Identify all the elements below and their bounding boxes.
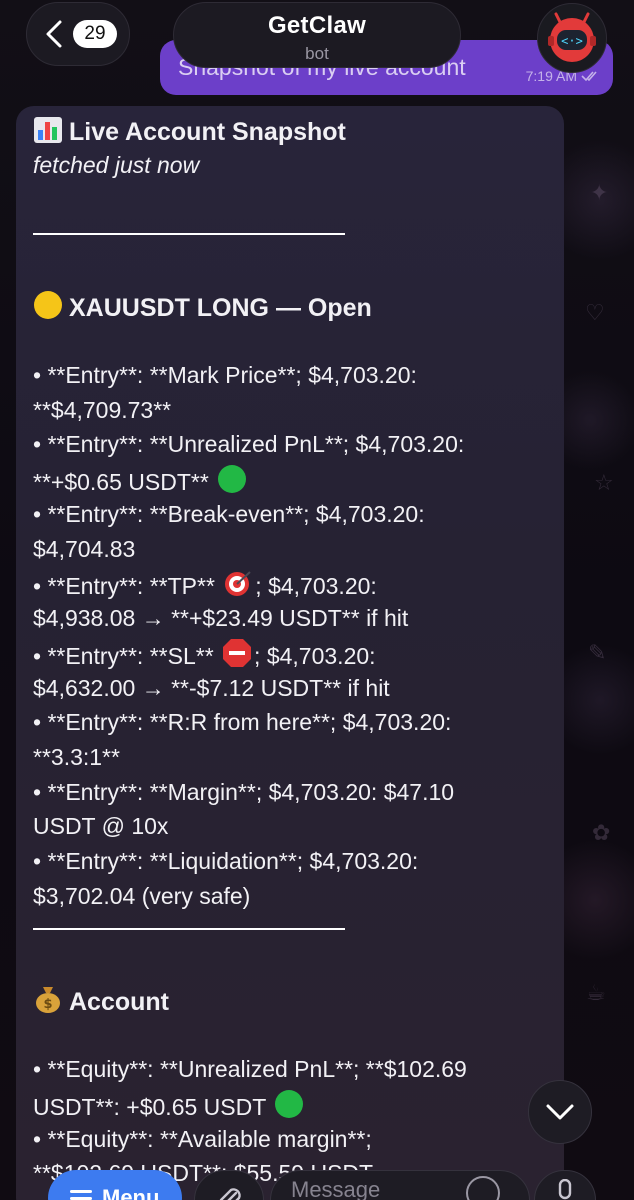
wallpaper-doodle: ☆ (594, 470, 614, 495)
risk-reward-line: • **Entry**: **R:R from here**; $4,703.2… (33, 709, 452, 735)
money-bag-icon: $ (36, 987, 60, 1013)
stop-sign-icon (223, 639, 252, 667)
incoming-message[interactable]: Live Account Snapshot fetched just now X… (16, 106, 564, 1200)
green-circle-icon (218, 465, 247, 493)
wallpaper-doodle: ♡ (585, 300, 605, 325)
stop-loss-label: • **Entry**: **SL** (33, 643, 214, 669)
break-even-line: • **Entry**: **Break-even**; $4,703.20: (33, 501, 425, 527)
chat-subtitle: bot (305, 44, 329, 63)
fetched-status: fetched just now (33, 152, 200, 178)
yellow-circle-icon (34, 291, 62, 319)
unread-count-badge: 29 (73, 20, 117, 48)
microphone-icon (558, 1179, 572, 1200)
bot-avatar[interactable]: <·> (537, 3, 607, 73)
snapshot-heading: Live Account Snapshot (33, 116, 346, 147)
stop-loss-line: • **Entry**: **SL** ; $4,703.20: (33, 638, 376, 671)
take-profit-line: • **Entry**: **TP** ; $4,703.20: (33, 568, 377, 601)
unrealized-pnl-value-line: **+$0.65 USDT** (33, 464, 249, 497)
wallpaper-doodle: ☕ (586, 980, 606, 1005)
stop-loss-entry: ; $4,703.20: (254, 643, 376, 669)
break-even-value: $4,704.83 (33, 536, 136, 562)
chevron-left-icon (46, 20, 62, 48)
margin-value: USDT @ 10x (33, 813, 169, 839)
position-title: XAUUSDT LONG — Open (69, 294, 372, 322)
svg-text:<·>: <·> (561, 34, 583, 48)
scroll-down-button[interactable] (528, 1080, 592, 1144)
divider (33, 928, 345, 930)
chat-title: GetClaw (267, 12, 367, 39)
wallpaper-doodle: ✎ (588, 640, 607, 665)
green-circle-icon (275, 1090, 304, 1118)
back-button[interactable]: 29 (26, 2, 130, 66)
chat-title-pill[interactable]: GetClaw bot (173, 2, 461, 68)
stop-loss-value: $4,632.00 → **-$7.12 USDT** if hit (33, 675, 390, 701)
mark-price-line: • **Entry**: **Mark Price**; $4,703.20: (33, 362, 417, 388)
robot-avatar-icon: <·> (548, 12, 596, 62)
liquidation-value: $3,702.04 (very safe) (33, 883, 251, 909)
menu-label: Menu (102, 1185, 160, 1200)
mark-price-value: **$4,709.73** (33, 397, 172, 423)
margin-line: • **Entry**: **Margin**; $4,703.20: $47.… (33, 779, 455, 805)
available-margin-line: • **Equity**: **Available margin**; (33, 1126, 372, 1152)
risk-reward-value: **3.3:1** (33, 744, 120, 770)
liquidation-line: • **Entry**: **Liquidation**; $4,703.20: (33, 848, 419, 874)
paperclip-icon (219, 1188, 241, 1200)
menu-button[interactable]: Menu (48, 1170, 182, 1200)
equity-value-line: USDT**: +$0.65 USDT (33, 1089, 306, 1122)
chevron-down-icon (546, 1104, 574, 1120)
take-profit-entry: ; $4,703.20: (255, 573, 377, 599)
read-checkmarks-icon (581, 71, 597, 82)
svg-text:$: $ (43, 997, 52, 1012)
wallpaper-doodle: ✿ (592, 820, 611, 845)
take-profit-label: • **Entry**: **TP** (33, 573, 215, 599)
divider (33, 233, 345, 235)
unrealized-pnl-value: **+$0.65 USDT** (33, 469, 209, 495)
take-profit-value: $4,938.08 → **+$23.49 USDT** if hit (33, 605, 409, 631)
snapshot-title: Live Account Snapshot (69, 118, 346, 146)
position-heading: XAUUSDT LONG — Open (33, 290, 372, 323)
account-heading: $ Account (33, 984, 169, 1017)
unrealized-pnl-line: • **Entry**: **Unrealized PnL**; $4,703.… (33, 431, 465, 457)
equity-line: • **Equity**: **Unrealized PnL**; **$102… (33, 1056, 467, 1082)
equity-value: USDT**: +$0.65 USDT (33, 1094, 266, 1120)
account-title: Account (69, 988, 169, 1016)
target-icon (225, 571, 251, 596)
bar-chart-icon (34, 117, 62, 143)
menu-icon (70, 1190, 92, 1200)
wallpaper-doodle: ✦ (590, 180, 609, 205)
